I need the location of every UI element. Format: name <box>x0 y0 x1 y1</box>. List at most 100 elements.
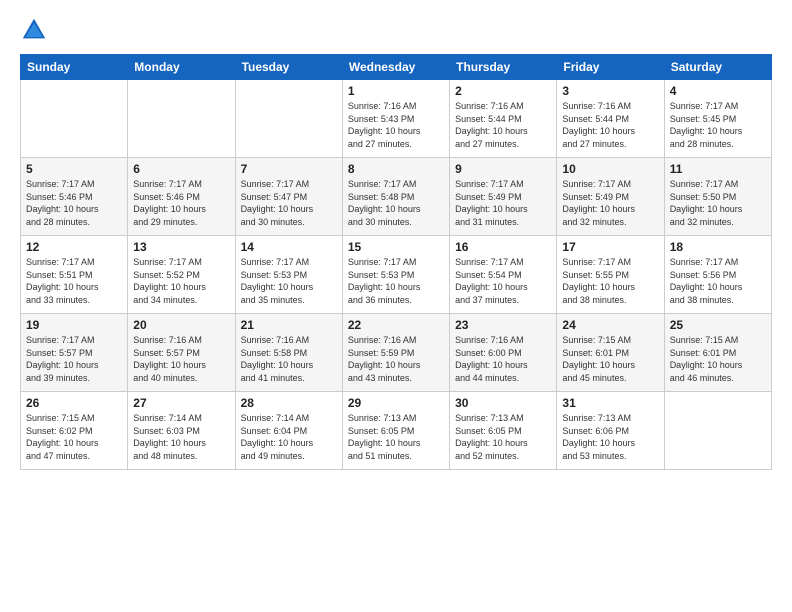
day-number: 22 <box>348 318 444 332</box>
day-info: Sunrise: 7:16 AM Sunset: 5:58 PM Dayligh… <box>241 334 337 384</box>
day-info: Sunrise: 7:15 AM Sunset: 6:01 PM Dayligh… <box>670 334 766 384</box>
logo-icon <box>20 16 48 44</box>
day-number: 5 <box>26 162 122 176</box>
day-info: Sunrise: 7:16 AM Sunset: 5:44 PM Dayligh… <box>562 100 658 150</box>
day-number: 29 <box>348 396 444 410</box>
weekday-header-monday: Monday <box>128 55 235 80</box>
day-number: 14 <box>241 240 337 254</box>
day-info: Sunrise: 7:15 AM Sunset: 6:02 PM Dayligh… <box>26 412 122 462</box>
day-number: 3 <box>562 84 658 98</box>
calendar-week-row: 19 Sunrise: 7:17 AM Sunset: 5:57 PM Dayli… <box>21 314 772 392</box>
weekday-header-row: SundayMondayTuesdayWednesdayThursdayFrid… <box>21 55 772 80</box>
calendar-cell: 1 Sunrise: 7:16 AM Sunset: 5:43 PM Daylig… <box>342 80 449 158</box>
calendar-cell: 9Sunrise: 7:17 AM Sunset: 5:49 PM Daylig… <box>450 158 557 236</box>
day-info: Sunrise: 7:17 AM Sunset: 5:46 PM Dayligh… <box>26 178 122 228</box>
calendar-cell: 24 Sunrise: 7:15 AM Sunset: 6:01 PM Dayli… <box>557 314 664 392</box>
day-info: Sunrise: 7:13 AM Sunset: 6:05 PM Dayligh… <box>348 412 444 462</box>
day-info: Sunrise: 7:17 AM Sunset: 5:46 PM Dayligh… <box>133 178 229 228</box>
day-info: Sunrise: 7:17 AM Sunset: 5:47 PM Dayligh… <box>241 178 337 228</box>
calendar-cell: 31 Sunrise: 7:13 AM Sunset: 6:06 PM Dayli… <box>557 392 664 470</box>
calendar-cell: 15Sunrise: 7:17 AM Sunset: 5:53 PM Dayli… <box>342 236 449 314</box>
day-info: Sunrise: 7:17 AM Sunset: 5:54 PM Dayligh… <box>455 256 551 306</box>
day-info: Sunrise: 7:16 AM Sunset: 5:57 PM Dayligh… <box>133 334 229 384</box>
day-info: Sunrise: 7:14 AM Sunset: 6:03 PM Dayligh… <box>133 412 229 462</box>
day-info: Sunrise: 7:17 AM Sunset: 5:49 PM Dayligh… <box>562 178 658 228</box>
calendar-cell: 19 Sunrise: 7:17 AM Sunset: 5:57 PM Dayli… <box>21 314 128 392</box>
calendar-cell <box>235 80 342 158</box>
calendar-week-row: 26 Sunrise: 7:15 AM Sunset: 6:02 PM Dayli… <box>21 392 772 470</box>
calendar-cell <box>21 80 128 158</box>
calendar-cell: 5 Sunrise: 7:17 AM Sunset: 5:46 PM Daylig… <box>21 158 128 236</box>
calendar-cell: 17Sunrise: 7:17 AM Sunset: 5:55 PM Dayli… <box>557 236 664 314</box>
day-number: 13 <box>133 240 229 254</box>
calendar-cell: 27 Sunrise: 7:14 AM Sunset: 6:03 PM Dayli… <box>128 392 235 470</box>
calendar-cell: 28 Sunrise: 7:14 AM Sunset: 6:04 PM Dayli… <box>235 392 342 470</box>
day-info: Sunrise: 7:17 AM Sunset: 5:57 PM Dayligh… <box>26 334 122 384</box>
calendar-cell: 18 Sunrise: 7:17 AM Sunset: 5:56 PM Dayli… <box>664 236 771 314</box>
day-number: 12 <box>26 240 122 254</box>
calendar-cell: 30 Sunrise: 7:13 AM Sunset: 6:05 PM Dayli… <box>450 392 557 470</box>
day-number: 15 <box>348 240 444 254</box>
calendar-cell: 6 Sunrise: 7:17 AM Sunset: 5:46 PM Daylig… <box>128 158 235 236</box>
day-number: 23 <box>455 318 551 332</box>
weekday-header-saturday: Saturday <box>664 55 771 80</box>
day-info: Sunrise: 7:16 AM Sunset: 5:43 PM Dayligh… <box>348 100 444 150</box>
calendar-cell: 29 Sunrise: 7:13 AM Sunset: 6:05 PM Dayli… <box>342 392 449 470</box>
day-info: Sunrise: 7:13 AM Sunset: 6:06 PM Dayligh… <box>562 412 658 462</box>
day-info: Sunrise: 7:16 AM Sunset: 5:59 PM Dayligh… <box>348 334 444 384</box>
calendar-cell: 2 Sunrise: 7:16 AM Sunset: 5:44 PM Daylig… <box>450 80 557 158</box>
day-info: Sunrise: 7:17 AM Sunset: 5:56 PM Dayligh… <box>670 256 766 306</box>
day-number: 28 <box>241 396 337 410</box>
day-number: 6 <box>133 162 229 176</box>
day-number: 11 <box>670 162 766 176</box>
day-info: Sunrise: 7:16 AM Sunset: 5:44 PM Dayligh… <box>455 100 551 150</box>
calendar-cell <box>128 80 235 158</box>
calendar-cell: 13Sunrise: 7:17 AM Sunset: 5:52 PM Dayli… <box>128 236 235 314</box>
weekday-header-tuesday: Tuesday <box>235 55 342 80</box>
day-number: 30 <box>455 396 551 410</box>
day-number: 17 <box>562 240 658 254</box>
day-number: 27 <box>133 396 229 410</box>
logo <box>20 16 52 44</box>
calendar-cell: 25Sunrise: 7:15 AM Sunset: 6:01 PM Dayli… <box>664 314 771 392</box>
day-info: Sunrise: 7:17 AM Sunset: 5:53 PM Dayligh… <box>241 256 337 306</box>
day-number: 31 <box>562 396 658 410</box>
calendar-cell: 10Sunrise: 7:17 AM Sunset: 5:49 PM Dayli… <box>557 158 664 236</box>
header-area <box>20 16 772 44</box>
day-info: Sunrise: 7:16 AM Sunset: 6:00 PM Dayligh… <box>455 334 551 384</box>
day-info: Sunrise: 7:14 AM Sunset: 6:04 PM Dayligh… <box>241 412 337 462</box>
day-info: Sunrise: 7:13 AM Sunset: 6:05 PM Dayligh… <box>455 412 551 462</box>
day-number: 16 <box>455 240 551 254</box>
day-number: 20 <box>133 318 229 332</box>
calendar-cell: 22 Sunrise: 7:16 AM Sunset: 5:59 PM Dayli… <box>342 314 449 392</box>
day-info: Sunrise: 7:17 AM Sunset: 5:49 PM Dayligh… <box>455 178 551 228</box>
day-number: 26 <box>26 396 122 410</box>
calendar-week-row: 12Sunrise: 7:17 AM Sunset: 5:51 PM Dayli… <box>21 236 772 314</box>
calendar-cell: 20 Sunrise: 7:16 AM Sunset: 5:57 PM Dayli… <box>128 314 235 392</box>
weekday-header-friday: Friday <box>557 55 664 80</box>
calendar-cell: 8Sunrise: 7:17 AM Sunset: 5:48 PM Daylig… <box>342 158 449 236</box>
page: SundayMondayTuesdayWednesdayThursdayFrid… <box>0 0 792 612</box>
day-number: 2 <box>455 84 551 98</box>
weekday-header-wednesday: Wednesday <box>342 55 449 80</box>
day-number: 1 <box>348 84 444 98</box>
day-number: 24 <box>562 318 658 332</box>
calendar-week-row: 5 Sunrise: 7:17 AM Sunset: 5:46 PM Daylig… <box>21 158 772 236</box>
calendar-cell: 26 Sunrise: 7:15 AM Sunset: 6:02 PM Dayli… <box>21 392 128 470</box>
day-number: 7 <box>241 162 337 176</box>
day-number: 4 <box>670 84 766 98</box>
weekday-header-thursday: Thursday <box>450 55 557 80</box>
day-number: 18 <box>670 240 766 254</box>
calendar-cell: 16 Sunrise: 7:17 AM Sunset: 5:54 PM Dayli… <box>450 236 557 314</box>
day-info: Sunrise: 7:15 AM Sunset: 6:01 PM Dayligh… <box>562 334 658 384</box>
day-number: 19 <box>26 318 122 332</box>
calendar-cell <box>664 392 771 470</box>
calendar-cell: 11Sunrise: 7:17 AM Sunset: 5:50 PM Dayli… <box>664 158 771 236</box>
calendar-cell: 21Sunrise: 7:16 AM Sunset: 5:58 PM Dayli… <box>235 314 342 392</box>
calendar-cell: 12Sunrise: 7:17 AM Sunset: 5:51 PM Dayli… <box>21 236 128 314</box>
weekday-header-sunday: Sunday <box>21 55 128 80</box>
calendar-cell: 3 Sunrise: 7:16 AM Sunset: 5:44 PM Daylig… <box>557 80 664 158</box>
calendar-cell: 4Sunrise: 7:17 AM Sunset: 5:45 PM Daylig… <box>664 80 771 158</box>
calendar-cell: 7 Sunrise: 7:17 AM Sunset: 5:47 PM Daylig… <box>235 158 342 236</box>
calendar-week-row: 1 Sunrise: 7:16 AM Sunset: 5:43 PM Daylig… <box>21 80 772 158</box>
